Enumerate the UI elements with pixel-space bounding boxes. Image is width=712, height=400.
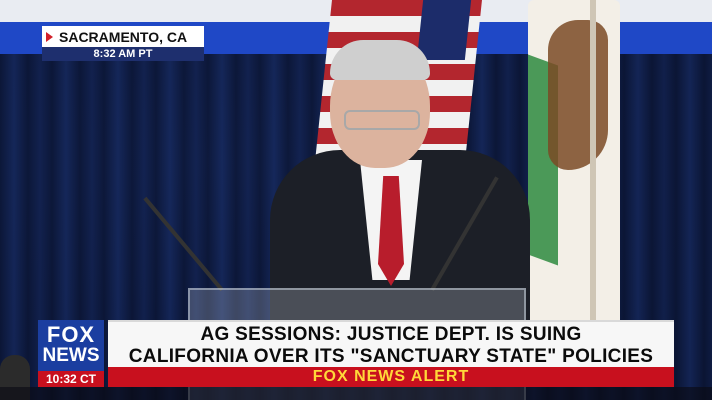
logo-news-text: NEWS bbox=[42, 345, 100, 366]
headline-line-1: AG SESSIONS: JUSTICE DEPT. IS SUING bbox=[200, 324, 582, 345]
headline-line-2: CALIFORNIA OVER ITS "SANCTUARY STATE" PO… bbox=[128, 346, 654, 367]
us-flag-canton bbox=[416, 0, 472, 60]
bottom-strip bbox=[0, 387, 712, 400]
location-bug: SACRAMENTO, CA 8:32 AM PT bbox=[42, 26, 204, 61]
location-time: 8:32 AM PT bbox=[42, 47, 204, 61]
location-city-bar: SACRAMENTO, CA bbox=[42, 26, 204, 47]
fox-news-logo: FOX NEWS 10:32 CT bbox=[38, 320, 104, 387]
location-city: SACRAMENTO, CA bbox=[59, 28, 188, 45]
headline-box: AG SESSIONS: JUSTICE DEPT. IS SUING CALI… bbox=[108, 320, 674, 369]
flag-pole bbox=[590, 0, 596, 320]
logo-clock: 10:32 CT bbox=[38, 371, 104, 387]
video-frame: SACRAMENTO, CA 8:32 AM PT FOX NEWS 10:32… bbox=[0, 0, 712, 400]
play-arrow-icon bbox=[46, 31, 53, 42]
california-flag-bear bbox=[548, 20, 608, 170]
speaker-hair bbox=[330, 40, 430, 80]
speaker-glasses bbox=[344, 110, 420, 130]
news-alert-bar: FOX NEWS ALERT bbox=[108, 367, 674, 387]
news-alert-label: FOX NEWS ALERT bbox=[312, 368, 470, 385]
